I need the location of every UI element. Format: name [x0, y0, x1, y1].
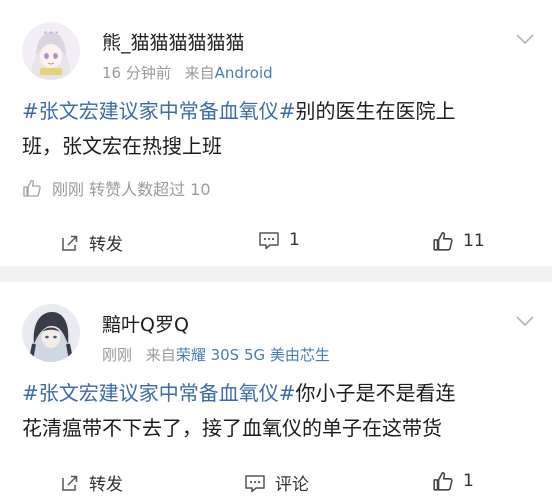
comment-icon: [259, 232, 279, 250]
post-text: 你小子是不是看连: [295, 381, 456, 405]
action-bar: 转发 评论 1: [0, 462, 552, 502]
like-summary: 刚刚 转赞人数超过 10: [22, 176, 211, 200]
post-source[interactable]: 荣耀 30S 5G 美由芯生: [176, 346, 330, 364]
like-summary-text: 刚刚 转赞人数超过 10: [52, 180, 211, 199]
post-content: #张文宏建议家中常备血氧仪#你小子是不是看连 花清瘟带不下去了，接了血氧仪的单子…: [22, 376, 534, 446]
post-text: 别的医生在医院上: [295, 99, 456, 123]
avatar[interactable]: ∗ ∗ ∗: [22, 22, 80, 80]
post-meta: 刚刚 来自荣耀 30S 5G 美由芯生: [102, 344, 330, 365]
like-button[interactable]: 11: [432, 230, 485, 252]
thumbs-up-icon: [23, 179, 41, 197]
action-bar: 转发 1 11: [0, 222, 552, 262]
repost-icon: [62, 235, 78, 251]
like-count: 1: [463, 471, 474, 491]
repost-label: 转发: [89, 475, 123, 495]
post-meta: 16 分钟前 来自Android: [102, 62, 273, 83]
thumbs-up-icon: [433, 231, 453, 251]
weibo-post: 黯叶Q罗Q 刚刚 来自荣耀 30S 5G 美由芯生 #张文宏建议家中常备血氧仪#…: [0, 282, 552, 504]
username[interactable]: 黯叶Q罗Q: [102, 310, 189, 337]
topic-link[interactable]: #张文宏建议家中常备血氧仪#: [22, 381, 296, 405]
repost-icon: [62, 475, 78, 491]
post-source[interactable]: Android: [215, 64, 273, 82]
topic-link[interactable]: #张文宏建议家中常备血氧仪#: [22, 99, 296, 123]
comment-icon: [245, 474, 265, 492]
post-text: 班，张文宏在热搜上班: [22, 134, 222, 158]
repost-label: 转发: [89, 235, 123, 255]
repost-button[interactable]: 转发: [60, 230, 123, 255]
username[interactable]: 熊_猫猫猫猫猫猫: [102, 28, 245, 55]
comment-label: 评论: [275, 475, 309, 495]
repost-button[interactable]: 转发: [60, 470, 123, 495]
via-label: 来自: [184, 64, 215, 82]
post-time: 刚刚: [102, 346, 133, 364]
post-separator: [0, 266, 552, 282]
post-time: 16 分钟前: [102, 64, 171, 82]
like-count: 11: [463, 231, 485, 251]
comment-button[interactable]: 评论: [244, 470, 309, 495]
weibo-post: ∗ ∗ ∗ 熊_猫猫猫猫猫猫 16 分钟前 来自Android #张文宏建议家中…: [0, 0, 552, 266]
chevron-down-icon[interactable]: [516, 30, 534, 45]
avatar[interactable]: [22, 304, 80, 362]
comment-count: 1: [289, 230, 300, 250]
chevron-down-icon[interactable]: [516, 312, 534, 327]
svg-text:∗ ∗ ∗: ∗ ∗ ∗: [43, 30, 59, 36]
via-label: 来自: [145, 346, 176, 364]
post-text: 花清瘟带不下去了，接了血氧仪的单子在这带货: [22, 416, 442, 440]
thumbs-up-icon: [433, 471, 453, 491]
post-content: #张文宏建议家中常备血氧仪#别的医生在医院上 班，张文宏在热搜上班: [22, 94, 534, 164]
like-button[interactable]: 1: [432, 470, 474, 492]
comment-button[interactable]: 1: [258, 230, 300, 250]
